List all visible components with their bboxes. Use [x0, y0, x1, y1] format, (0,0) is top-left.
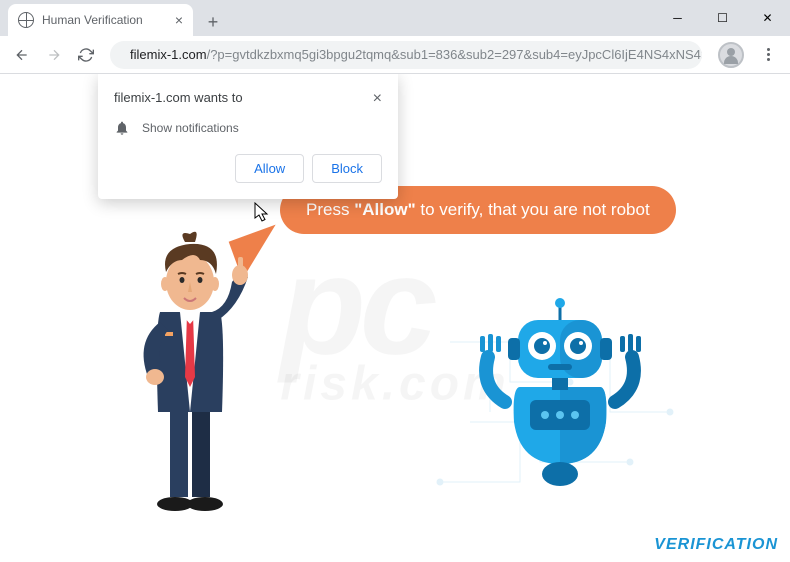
block-button[interactable]: Block: [312, 154, 382, 183]
window-controls: ─ ☐ ✕: [655, 0, 790, 36]
globe-icon: [18, 12, 34, 28]
menu-button[interactable]: [754, 48, 782, 61]
new-tab-button[interactable]: +: [199, 8, 227, 36]
browser-titlebar: Human Verification × + ─ ☐ ✕: [0, 0, 790, 36]
address-bar[interactable]: filemix-1.com /?p=gvtdkzbxmq5gi3bpgu2tqm…: [110, 41, 702, 69]
minimize-button[interactable]: ─: [655, 0, 700, 36]
back-button[interactable]: [8, 41, 36, 69]
url-path: /?p=gvtdkzbxmq5gi3bpgu2tqmq&sub1=836&sub…: [207, 47, 702, 62]
browser-tab[interactable]: Human Verification ×: [8, 4, 193, 36]
maximize-button[interactable]: ☐: [700, 0, 745, 36]
allow-button[interactable]: Allow: [235, 154, 304, 183]
tab-title: Human Verification: [42, 13, 143, 27]
reload-button[interactable]: [72, 41, 100, 69]
bell-icon: [114, 120, 130, 136]
profile-avatar[interactable]: [718, 42, 744, 68]
close-tab-icon[interactable]: ×: [175, 12, 183, 28]
notification-site-label: filemix-1.com wants to: [114, 90, 243, 108]
forward-button[interactable]: [40, 41, 68, 69]
page-content: pc risk.com filemix-1.com wants to × Sho…: [0, 74, 790, 562]
robot-illustration: [470, 292, 650, 492]
notification-permission-dialog: filemix-1.com wants to × Show notificati…: [98, 74, 398, 199]
businessman-illustration: [100, 212, 280, 512]
cursor-icon: [254, 202, 270, 222]
notification-permission-label: Show notifications: [142, 121, 239, 135]
url-domain: filemix-1.com: [130, 47, 207, 62]
verification-footer: VERIFICATION: [654, 536, 778, 554]
close-window-button[interactable]: ✕: [745, 0, 790, 36]
browser-toolbar: filemix-1.com /?p=gvtdkzbxmq5gi3bpgu2tqm…: [0, 36, 790, 74]
close-dialog-icon[interactable]: ×: [373, 90, 382, 108]
